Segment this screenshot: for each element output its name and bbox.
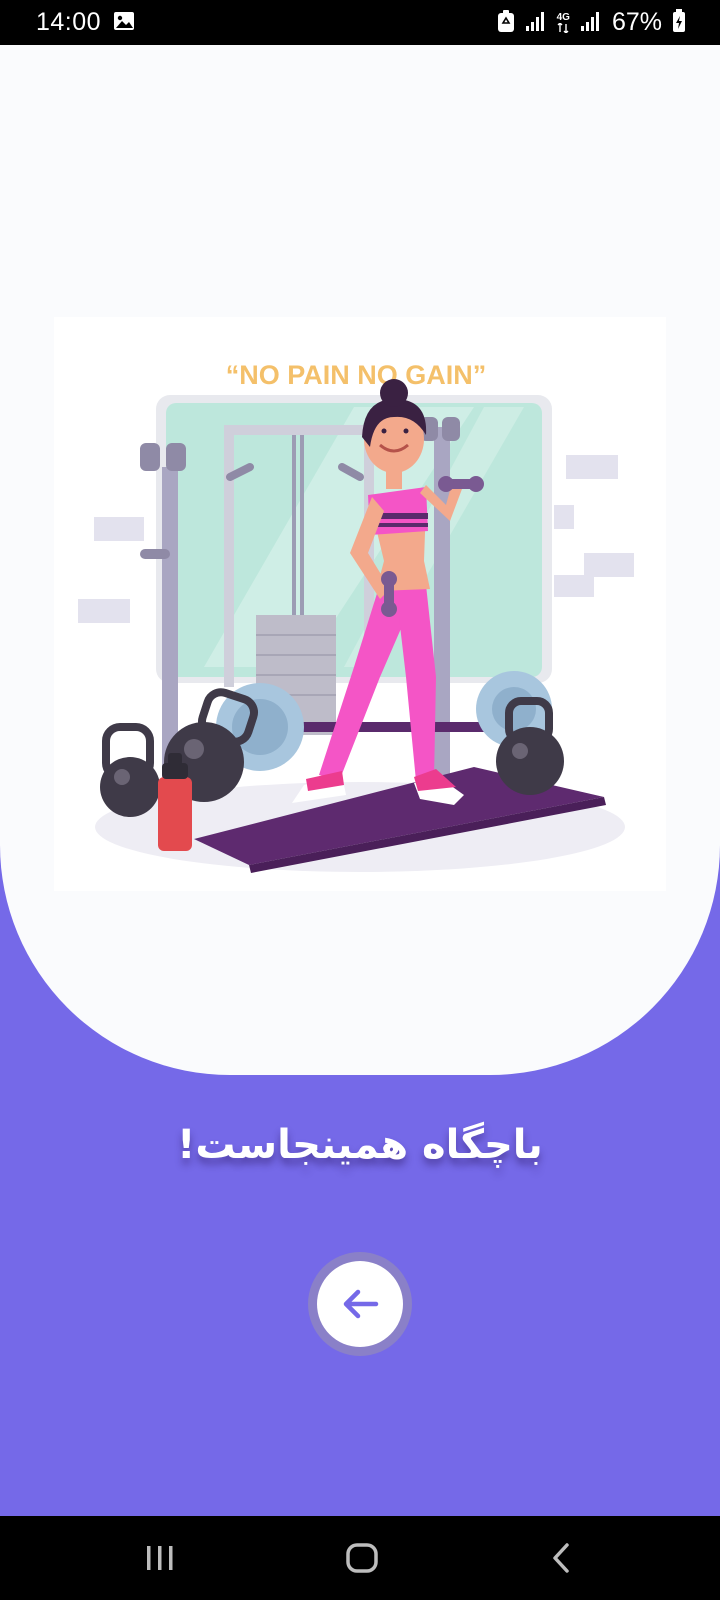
data-arrows-icon — [557, 22, 569, 33]
battery-percentage: 67% — [611, 8, 662, 36]
signal-icon — [580, 10, 602, 36]
next-button-face — [317, 1261, 403, 1347]
status-time: 14:00 — [36, 8, 102, 36]
recents-button[interactable] — [120, 1530, 200, 1586]
arrow-left-icon — [343, 1289, 379, 1319]
home-button[interactable] — [322, 1530, 402, 1586]
signal-icon — [525, 10, 547, 36]
back-button[interactable] — [522, 1530, 602, 1586]
recycle-icon — [497, 9, 515, 37]
screen: 14:00 4G 67% “NO PAIN NO GAIN” باچگاه هم… — [0, 0, 720, 1600]
gym-illustration: “NO PAIN NO GAIN” — [54, 317, 666, 891]
poster-text: “NO PAIN NO GAIN” — [226, 360, 487, 390]
network-indicator: 4G — [556, 11, 570, 33]
status-right: 4G 67% — [497, 8, 686, 37]
recents-icon — [147, 1546, 173, 1570]
onboarding-title: باچگاه همینجاست! — [177, 1122, 543, 1168]
back-icon — [553, 1543, 569, 1573]
status-bar: 14:00 4G 67% — [0, 0, 720, 45]
system-nav-bar — [0, 1516, 720, 1600]
gallery-icon — [113, 11, 135, 35]
hero-card: “NO PAIN NO GAIN” — [0, 45, 720, 1075]
status-left: 14:00 — [36, 8, 135, 37]
battery-icon — [672, 8, 686, 37]
next-button[interactable] — [308, 1252, 412, 1356]
home-icon — [346, 1543, 378, 1573]
network-type: 4G — [556, 11, 570, 23]
